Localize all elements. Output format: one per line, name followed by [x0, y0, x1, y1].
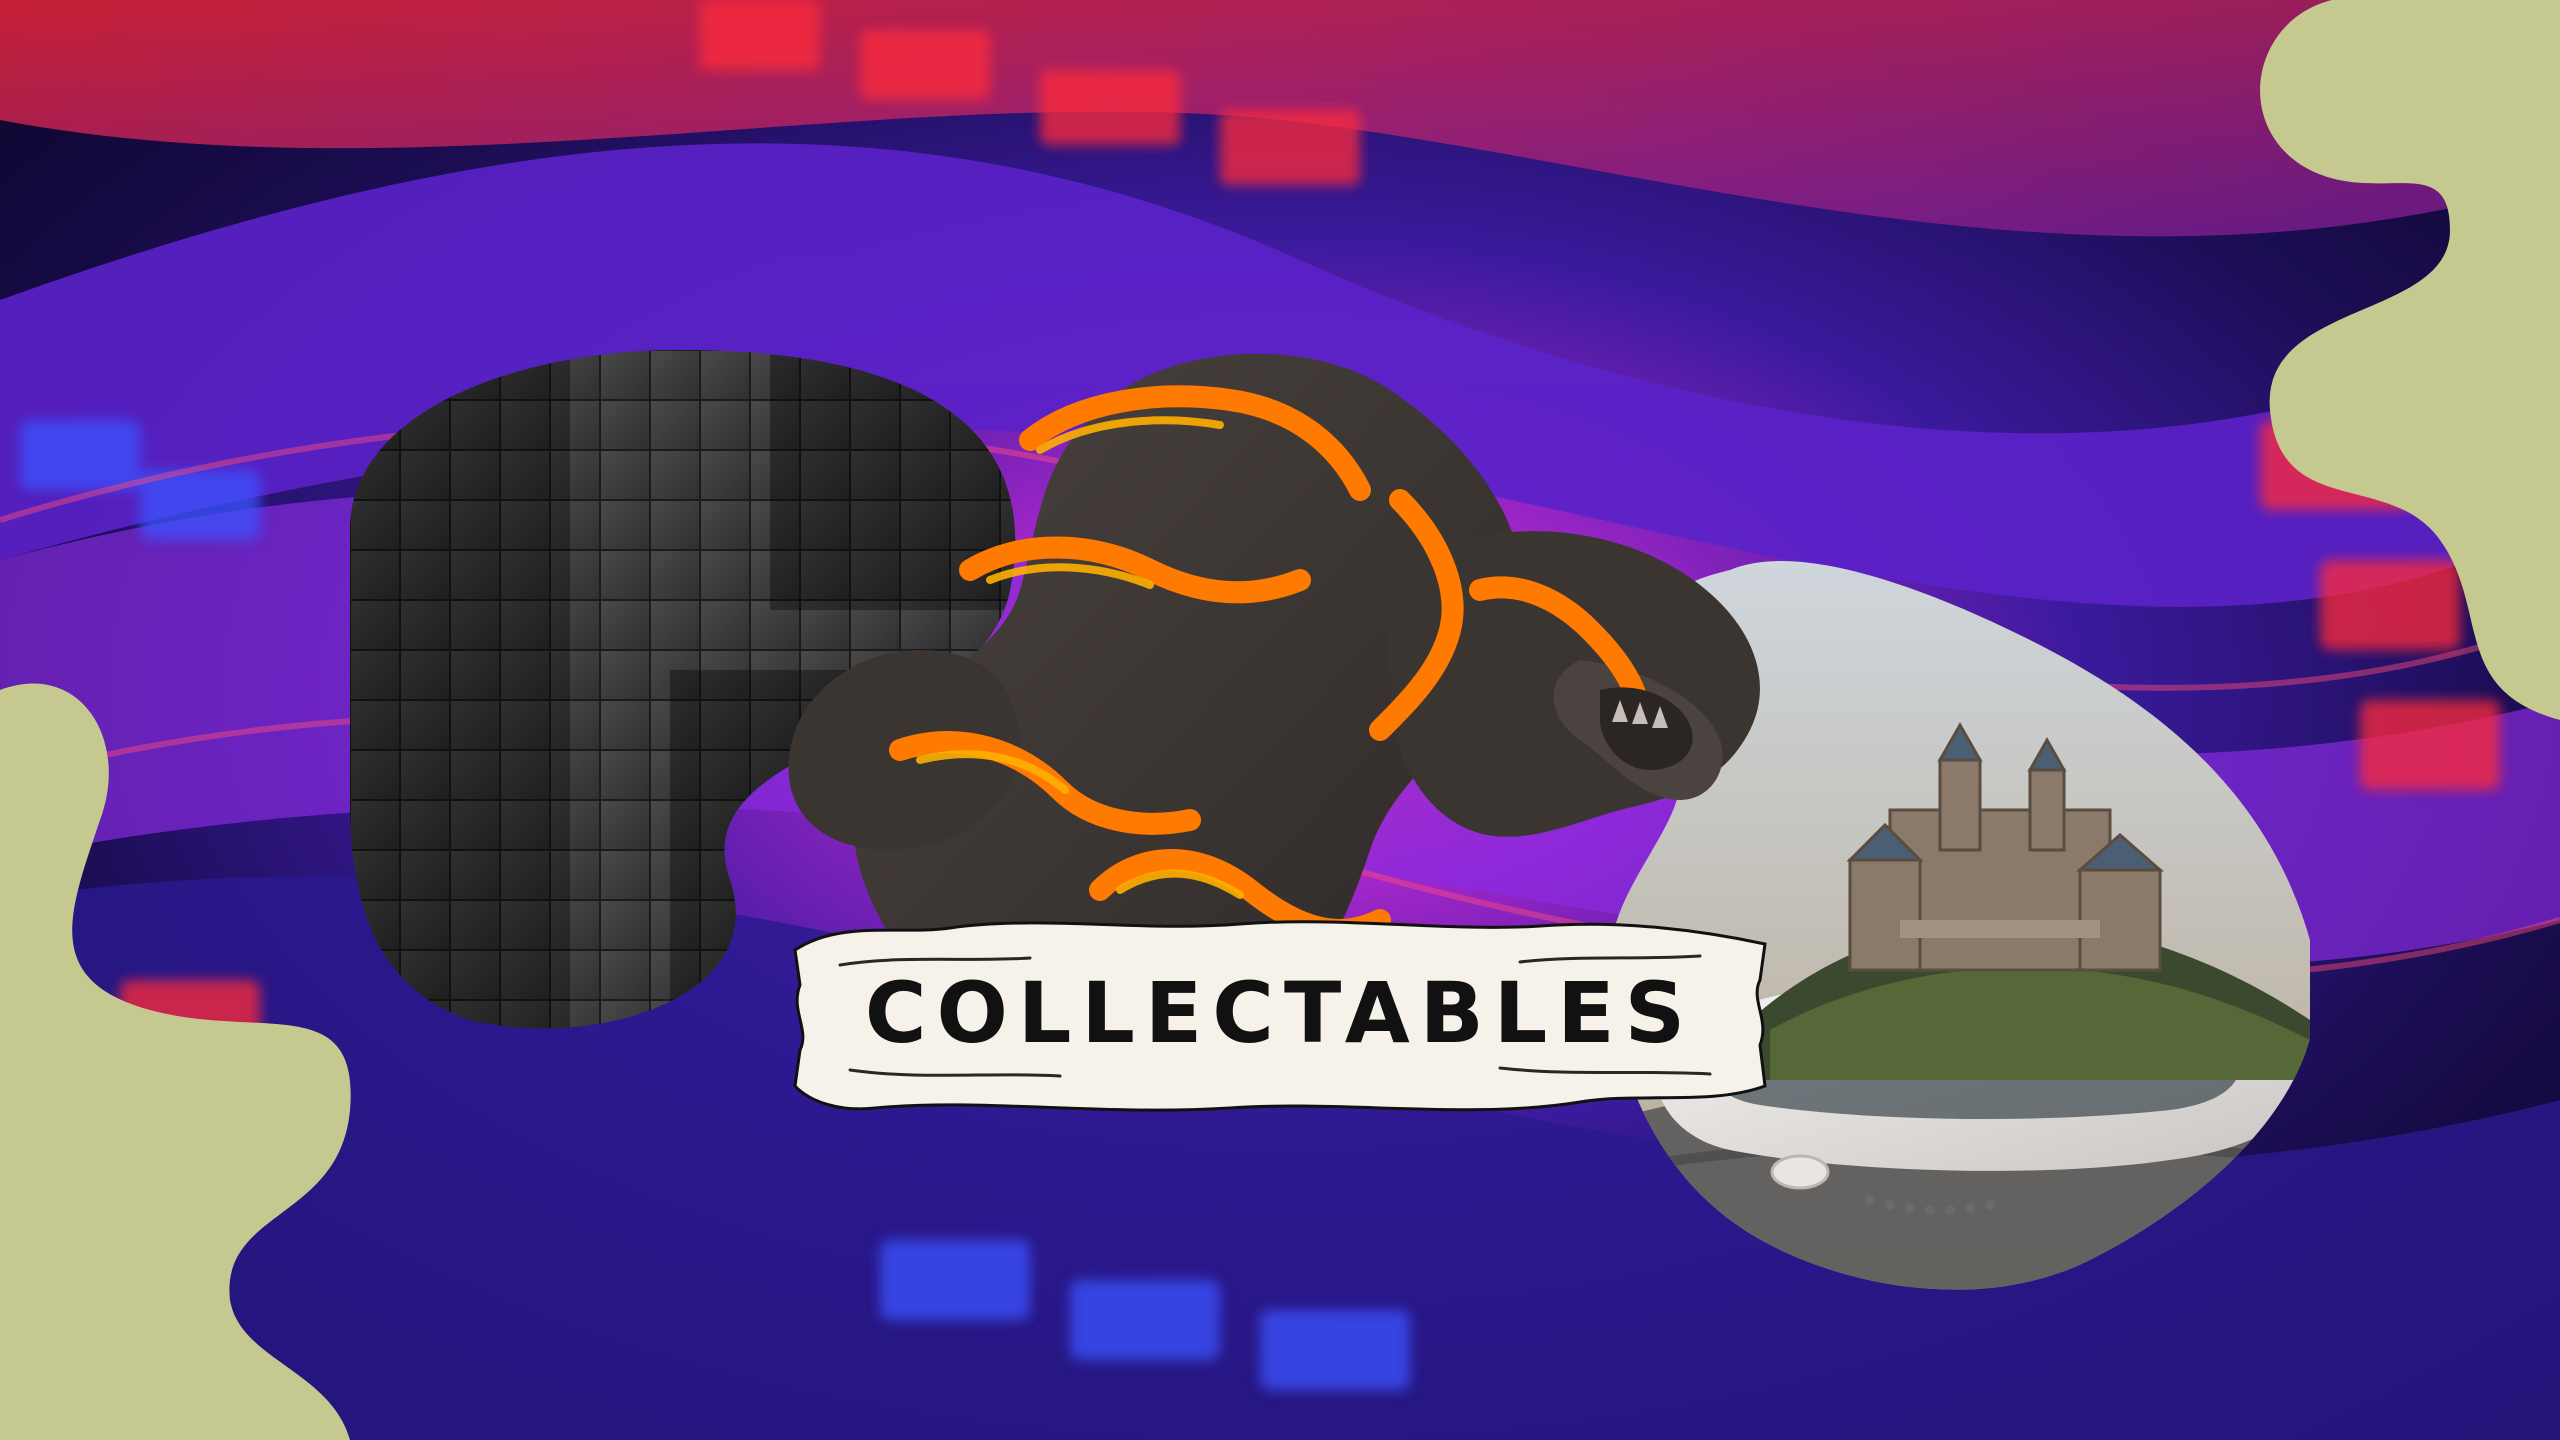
title-banner: COLLECTABLES	[780, 910, 1780, 1120]
collectables-banner-canvas: COLLECTABLES	[0, 0, 2560, 1440]
bottom-left-green-blob-shape	[0, 683, 351, 1440]
banner-title: COLLECTABLES	[864, 964, 1696, 1062]
